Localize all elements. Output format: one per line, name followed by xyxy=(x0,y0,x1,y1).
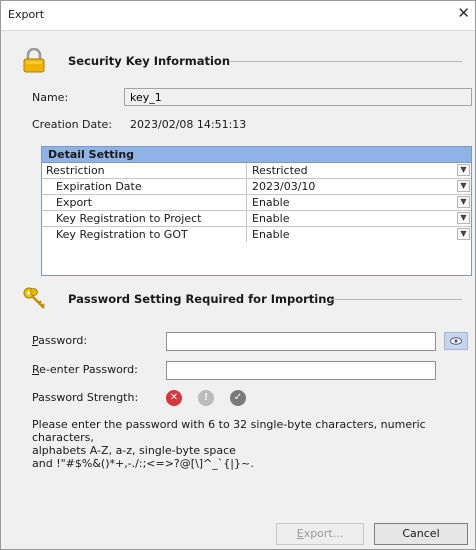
padlock-icon xyxy=(22,47,46,74)
key-registration-got-label: Key Registration to GOT xyxy=(56,228,188,241)
creation-date-value: 2023/02/08 14:51:13 xyxy=(130,118,247,131)
table-row[interactable]: Restriction Restricted ▼ xyxy=(42,163,471,179)
column-divider xyxy=(246,211,247,226)
window-title: Export xyxy=(8,8,45,21)
export-button[interactable]: Export... xyxy=(276,523,364,545)
warning-icon: ! xyxy=(198,390,214,406)
password-input[interactable] xyxy=(166,332,436,351)
password-section-header: Password Setting Required for Importing xyxy=(22,286,462,312)
name-label: Name: xyxy=(32,91,69,104)
column-divider xyxy=(246,179,247,194)
table-row[interactable]: Export Enable ▼ xyxy=(42,195,471,211)
detail-setting-table: Detail Setting Restriction Restricted ▼ … xyxy=(41,146,472,276)
chevron-down-icon[interactable]: ▼ xyxy=(457,164,470,176)
column-divider xyxy=(246,227,247,242)
export-value[interactable]: Enable xyxy=(252,196,289,209)
chevron-down-icon[interactable]: ▼ xyxy=(457,212,470,224)
chevron-down-icon[interactable]: ▼ xyxy=(457,180,470,192)
password-section-label: Password Setting Required for Importing xyxy=(68,292,335,306)
header-divider xyxy=(330,299,462,300)
key-registration-got-value[interactable]: Enable xyxy=(252,228,289,241)
show-password-button[interactable] xyxy=(444,332,468,350)
name-field[interactable] xyxy=(124,88,472,106)
password-requirements-text: Please enter the password with 6 to 32 s… xyxy=(32,418,426,470)
detail-setting-header: Detail Setting xyxy=(42,147,471,163)
close-icon[interactable]: ✕ xyxy=(457,4,470,22)
password-strength-label: Password Strength: xyxy=(32,391,139,404)
security-key-section-header: Security Key Information xyxy=(22,47,462,74)
restriction-label: Restriction xyxy=(46,164,105,177)
chevron-down-icon[interactable]: ▼ xyxy=(457,196,470,208)
key-registration-project-label: Key Registration to Project xyxy=(56,212,202,225)
table-row[interactable]: Key Registration to Project Enable ▼ xyxy=(42,211,471,227)
cancel-button[interactable]: Cancel xyxy=(374,523,468,545)
expiration-date-value[interactable]: 2023/03/10 xyxy=(252,180,315,193)
export-label: Export xyxy=(56,196,93,209)
security-key-header-label: Security Key Information xyxy=(68,54,231,68)
table-row[interactable]: Expiration Date 2023/03/10 ▼ xyxy=(42,179,471,195)
reenter-password-input[interactable] xyxy=(166,361,436,380)
column-divider xyxy=(246,163,247,178)
header-divider xyxy=(230,61,462,62)
check-icon: ✓ xyxy=(230,390,246,406)
password-label: Password: xyxy=(32,334,88,347)
restriction-value[interactable]: Restricted xyxy=(252,164,308,177)
table-row[interactable]: Key Registration to GOT Enable ▼ xyxy=(42,227,471,242)
keys-icon xyxy=(22,286,46,312)
key-registration-project-value[interactable]: Enable xyxy=(252,212,289,225)
eye-icon xyxy=(450,337,462,345)
reenter-password-label: Re-enter Password: xyxy=(32,363,138,376)
creation-date-label: Creation Date: xyxy=(32,118,113,131)
column-divider xyxy=(246,195,247,210)
expiration-date-label: Expiration Date xyxy=(56,180,142,193)
title-bar: Export ✕ xyxy=(0,0,476,31)
error-icon: ✕ xyxy=(166,390,182,406)
chevron-down-icon[interactable]: ▼ xyxy=(457,228,470,240)
